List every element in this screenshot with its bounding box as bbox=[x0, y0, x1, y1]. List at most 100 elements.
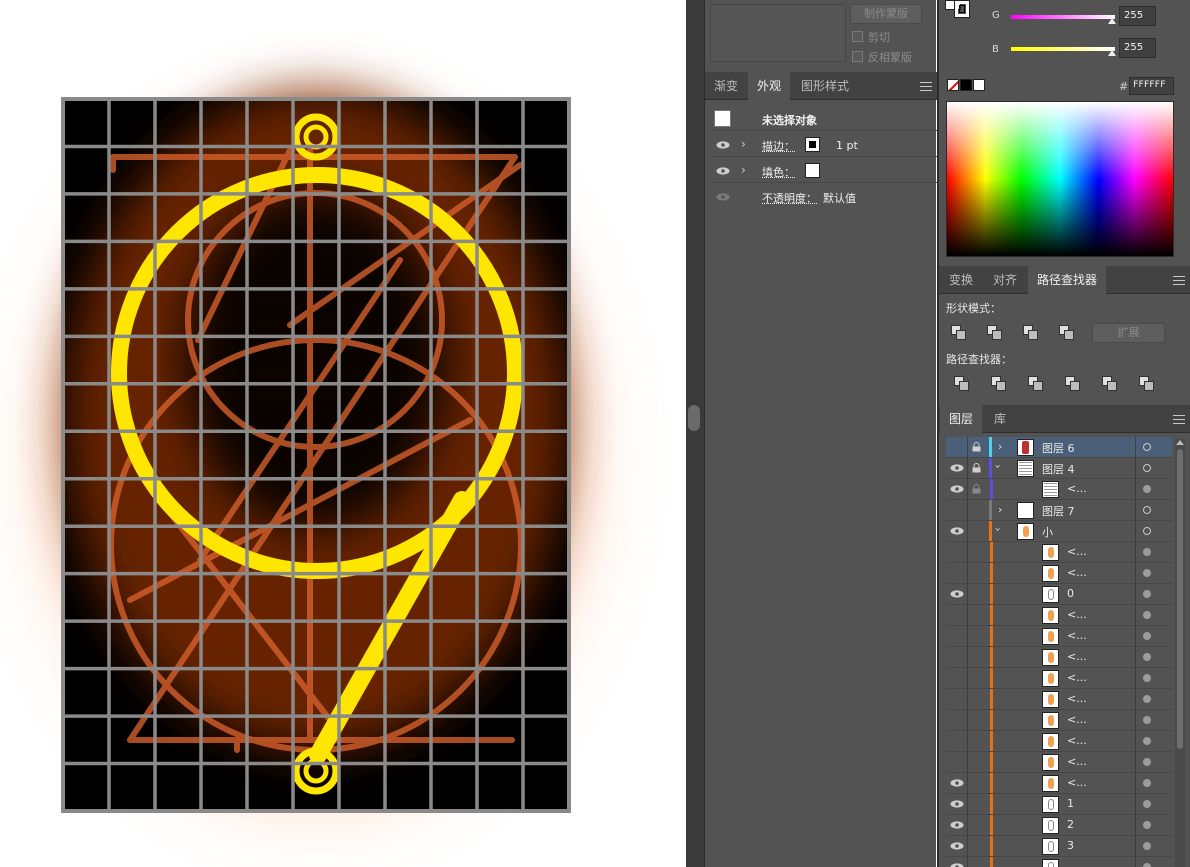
lock-toggle[interactable] bbox=[970, 817, 984, 833]
panel-divider[interactable] bbox=[686, 0, 704, 867]
lock-toggle[interactable] bbox=[970, 502, 984, 518]
minus-back-icon[interactable] bbox=[1139, 376, 1155, 392]
layer-row[interactable]: › 图层 6 bbox=[946, 437, 1172, 458]
eye-icon[interactable] bbox=[950, 464, 964, 472]
layer-row[interactable]: 1 bbox=[946, 794, 1172, 815]
visibility-toggle[interactable] bbox=[948, 502, 966, 518]
target-circle-icon[interactable] bbox=[1143, 590, 1151, 598]
scroll-up-icon[interactable] bbox=[1176, 440, 1184, 445]
tab-appearance[interactable]: 外观 bbox=[748, 72, 791, 100]
lock-toggle[interactable] bbox=[970, 796, 984, 812]
none-swatch[interactable] bbox=[947, 79, 959, 91]
eye-icon[interactable] bbox=[950, 821, 964, 829]
lock-toggle[interactable] bbox=[970, 838, 984, 854]
appearance-fill-row[interactable]: › 填色： bbox=[711, 158, 937, 183]
eye-icon[interactable] bbox=[950, 842, 964, 850]
lock-toggle[interactable] bbox=[970, 712, 984, 728]
layer-name[interactable]: <... bbox=[1067, 776, 1087, 789]
layer-row[interactable]: <... bbox=[946, 668, 1172, 689]
target-circle-icon[interactable] bbox=[1143, 632, 1151, 640]
layer-name[interactable]: 小 bbox=[1042, 524, 1053, 540]
eye-icon[interactable] bbox=[950, 779, 964, 787]
visibility-toggle[interactable] bbox=[948, 607, 966, 623]
g-slider-thumb[interactable] bbox=[1108, 18, 1116, 24]
stroke-swatch-large[interactable] bbox=[954, 0, 970, 18]
intersect-icon[interactable] bbox=[1023, 325, 1039, 341]
layer-row[interactable]: <... bbox=[946, 479, 1172, 500]
b-value-input[interactable]: 255 bbox=[1119, 38, 1156, 58]
eye-icon[interactable] bbox=[716, 193, 730, 201]
lock-toggle[interactable] bbox=[970, 775, 984, 791]
stroke-weight-value[interactable]: 1 pt bbox=[836, 139, 858, 152]
lock-icon[interactable] bbox=[972, 463, 981, 473]
appearance-object-row[interactable]: 未选择对象 bbox=[711, 106, 937, 131]
visibility-toggle[interactable] bbox=[948, 544, 966, 560]
tab-libraries[interactable]: 库 bbox=[985, 405, 1015, 433]
divide-icon[interactable] bbox=[954, 376, 970, 392]
layer-name[interactable]: <... bbox=[1067, 755, 1087, 768]
target-circle-icon[interactable] bbox=[1143, 569, 1151, 577]
layer-row[interactable]: <... bbox=[946, 563, 1172, 584]
layer-row[interactable] bbox=[946, 857, 1172, 867]
clip-checkbox[interactable] bbox=[852, 31, 863, 42]
white-swatch[interactable] bbox=[973, 79, 985, 91]
eye-icon[interactable] bbox=[716, 167, 730, 175]
appearance-stroke-row[interactable]: › 描边： 1 pt bbox=[711, 132, 937, 157]
target-circle-icon[interactable] bbox=[1143, 716, 1151, 724]
appearance-opacity-row[interactable]: 不透明度： 默认值 bbox=[711, 184, 937, 209]
panel-menu-icon[interactable] bbox=[920, 82, 932, 92]
layer-row[interactable]: <... bbox=[946, 731, 1172, 752]
lock-toggle[interactable] bbox=[970, 670, 984, 686]
black-swatch[interactable] bbox=[960, 79, 972, 91]
invert-mask-checkbox[interactable] bbox=[852, 51, 863, 62]
layer-row[interactable]: <... bbox=[946, 542, 1172, 563]
target-circle-icon[interactable] bbox=[1143, 674, 1151, 682]
make-mask-button[interactable]: 制作蒙版 bbox=[850, 4, 922, 24]
layer-name[interactable]: <... bbox=[1067, 608, 1087, 621]
chevron-right-icon[interactable]: › bbox=[741, 137, 746, 151]
lock-toggle[interactable] bbox=[970, 565, 984, 581]
layer-row[interactable]: <... bbox=[946, 626, 1172, 647]
layer-name[interactable]: <... bbox=[1067, 545, 1087, 558]
artwork-neon-seven[interactable] bbox=[0, 0, 686, 867]
visibility-toggle[interactable] bbox=[948, 691, 966, 707]
target-circle-icon[interactable] bbox=[1143, 464, 1151, 472]
layer-name[interactable]: <... bbox=[1067, 629, 1087, 642]
layer-row[interactable]: › 图层 4 bbox=[946, 458, 1172, 479]
layer-row[interactable]: 3 bbox=[946, 836, 1172, 857]
layer-name[interactable]: <... bbox=[1067, 713, 1087, 726]
layer-row[interactable]: › 小 bbox=[946, 521, 1172, 542]
target-circle-icon[interactable] bbox=[1143, 842, 1151, 850]
eye-icon[interactable] bbox=[950, 590, 964, 598]
layer-name[interactable]: <... bbox=[1067, 734, 1087, 747]
target-circle-icon[interactable] bbox=[1143, 695, 1151, 703]
lock-toggle[interactable] bbox=[970, 607, 984, 623]
visibility-toggle[interactable] bbox=[948, 670, 966, 686]
layer-name[interactable]: <... bbox=[1067, 482, 1087, 495]
layer-name[interactable]: <... bbox=[1067, 692, 1087, 705]
eye-icon[interactable] bbox=[950, 527, 964, 535]
merge-icon[interactable] bbox=[1028, 376, 1044, 392]
layer-row[interactable]: <... bbox=[946, 689, 1172, 710]
visibility-toggle[interactable] bbox=[948, 733, 966, 749]
layer-name[interactable]: <... bbox=[1067, 650, 1087, 663]
lock-toggle[interactable] bbox=[970, 754, 984, 770]
unite-icon[interactable] bbox=[951, 325, 967, 341]
b-slider-thumb[interactable] bbox=[1108, 50, 1116, 56]
fill-label[interactable]: 填色： bbox=[762, 164, 795, 180]
color-spectrum-picker[interactable] bbox=[946, 101, 1174, 257]
target-circle-icon[interactable] bbox=[1143, 485, 1151, 493]
visibility-toggle[interactable] bbox=[948, 565, 966, 581]
tab-gradient[interactable]: 渐变 bbox=[705, 72, 747, 100]
layer-name[interactable]: 0 bbox=[1067, 587, 1074, 600]
crop-icon[interactable] bbox=[1065, 376, 1081, 392]
g-slider-track[interactable] bbox=[1011, 15, 1115, 19]
target-circle-icon[interactable] bbox=[1143, 443, 1151, 451]
outline-icon[interactable] bbox=[1102, 376, 1118, 392]
target-circle-icon[interactable] bbox=[1143, 863, 1151, 867]
lock-toggle[interactable] bbox=[970, 544, 984, 560]
stroke-swatch[interactable] bbox=[805, 137, 820, 152]
lock-toggle[interactable] bbox=[970, 523, 984, 539]
lock-icon[interactable] bbox=[972, 484, 981, 494]
minus-front-icon[interactable] bbox=[987, 325, 1003, 341]
